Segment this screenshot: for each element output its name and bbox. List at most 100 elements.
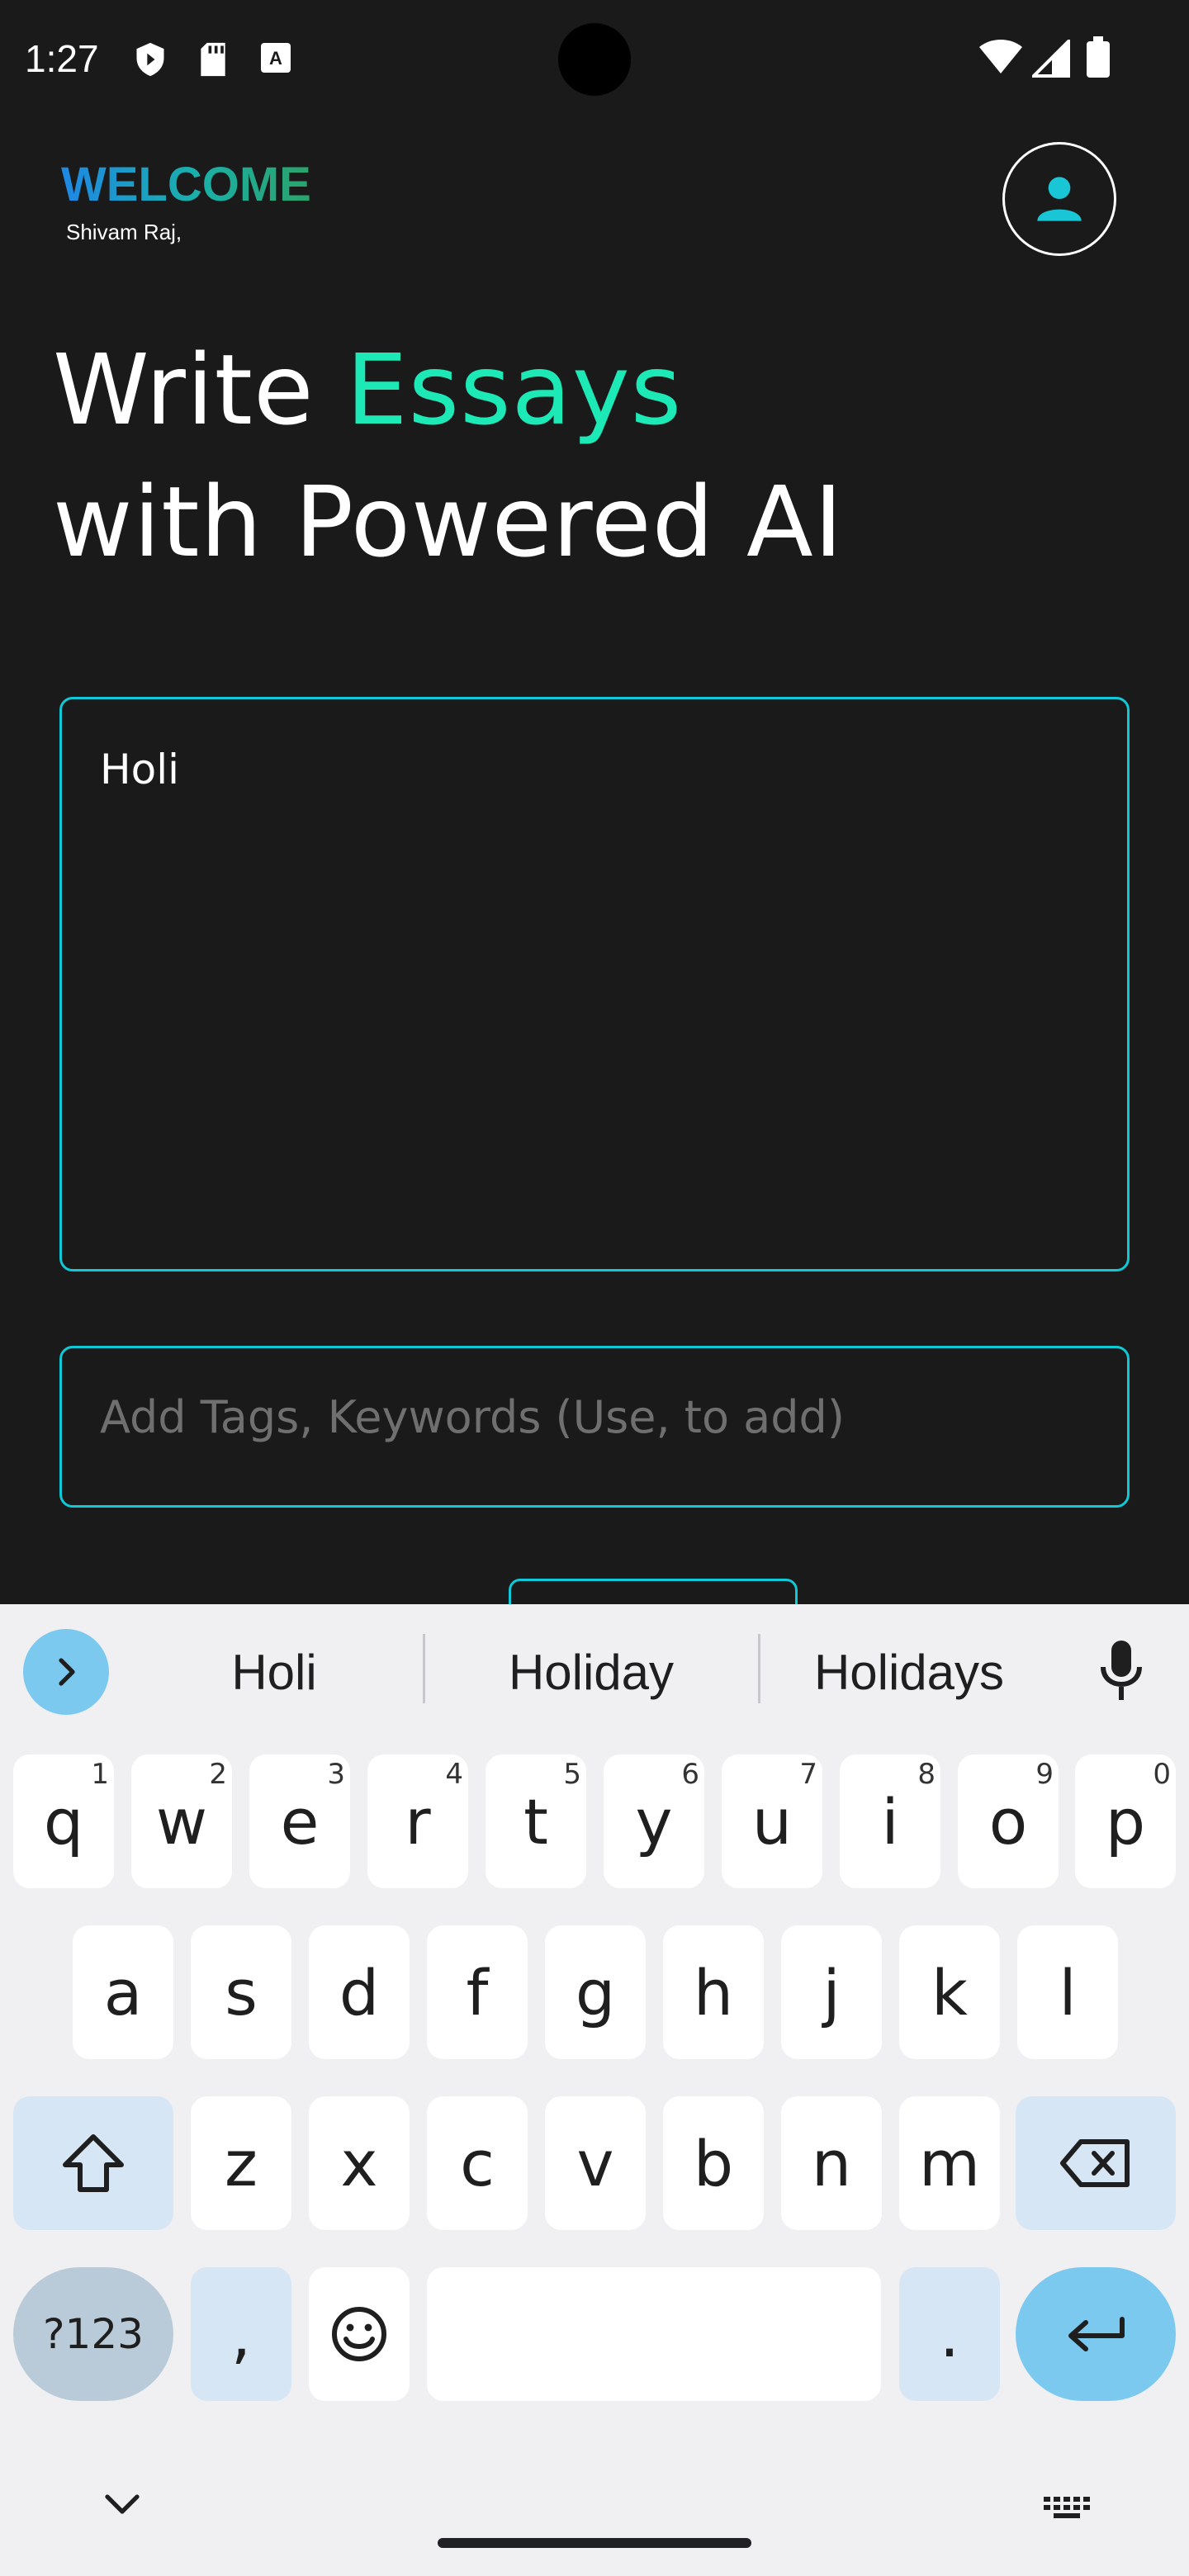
key-s[interactable]: s <box>191 1925 291 2059</box>
microphone-icon[interactable] <box>1098 1637 1144 1703</box>
keyboard-expand-button[interactable] <box>23 1629 109 1715</box>
key-label: b <box>693 2126 734 2200</box>
key-r[interactable]: r4 <box>367 1754 468 1888</box>
symbols-key[interactable]: ?123 <box>13 2267 173 2401</box>
status-time: 1:27 <box>25 37 99 80</box>
key-label: m <box>918 2126 981 2200</box>
key-label: j <box>822 1955 841 2029</box>
key-t[interactable]: t5 <box>486 1754 586 1888</box>
key-q[interactable]: q1 <box>13 1754 114 1888</box>
key-w[interactable]: w2 <box>131 1754 232 1888</box>
key-d[interactable]: d <box>309 1925 410 2059</box>
key-m[interactable]: m <box>899 2096 1000 2230</box>
key-y[interactable]: y6 <box>604 1754 704 1888</box>
key-label: n <box>811 2126 852 2200</box>
key-g[interactable]: g <box>545 1925 646 2059</box>
battery-icon <box>1087 36 1110 78</box>
key-j[interactable]: j <box>781 1925 882 2059</box>
key-label: g <box>575 1955 616 2029</box>
key-label: , <box>230 2297 252 2371</box>
tags-field[interactable] <box>59 1346 1130 1508</box>
enter-key[interactable] <box>1016 2267 1176 2401</box>
emoji-icon <box>332 2307 386 2361</box>
key-label: a <box>103 1955 143 2029</box>
key-c[interactable]: c <box>427 2096 528 2230</box>
key-e[interactable]: e3 <box>249 1754 350 1888</box>
key-hint: 5 <box>563 1758 581 1791</box>
shift-key[interactable] <box>13 2096 173 2230</box>
key-label: h <box>693 1955 734 2029</box>
key-hint: 1 <box>91 1758 109 1791</box>
home-indicator[interactable] <box>438 2538 751 2548</box>
key-p[interactable]: p0 <box>1075 1754 1176 1888</box>
key-label: s <box>225 1955 258 2029</box>
key-hint: 2 <box>209 1758 227 1791</box>
wifi-icon <box>979 40 1022 73</box>
key-hint: 7 <box>799 1758 817 1791</box>
key-h[interactable]: h <box>663 1925 764 2059</box>
key-b[interactable]: b <box>663 2096 764 2230</box>
emoji-key[interactable] <box>309 2267 410 2401</box>
headline: Write Essays with Powered AI <box>53 324 844 588</box>
tags-input[interactable] <box>100 1391 1074 1443</box>
key-f[interactable]: f <box>427 1925 528 2059</box>
suggestion-3[interactable]: Holidays <box>781 1644 1037 1701</box>
welcome-title: WELCOME <box>61 158 311 211</box>
backspace-key[interactable] <box>1016 2096 1176 2230</box>
key-v[interactable]: v <box>545 2096 646 2230</box>
screen: 1:27 A WELCOME Shivam Raj, Write Essays … <box>0 0 1189 2576</box>
suggestion-1[interactable]: Holi <box>159 1644 390 1701</box>
key-label: t <box>523 1784 548 1859</box>
key-label: e <box>280 1784 320 1859</box>
enter-icon <box>1068 2317 1125 2351</box>
suggestion-divider <box>758 1634 760 1703</box>
key-label: v <box>576 2126 614 2200</box>
key-o[interactable]: o9 <box>958 1754 1059 1888</box>
suggestion-2[interactable]: Holiday <box>459 1644 723 1701</box>
key-l[interactable]: l <box>1017 1925 1118 2059</box>
person-icon <box>1037 177 1082 221</box>
key-label: k <box>931 1955 968 2029</box>
headline-line-1: Write Essays <box>53 324 844 456</box>
key-label: z <box>225 2126 258 2200</box>
key-label: u <box>751 1784 793 1859</box>
key-label: q <box>43 1784 84 1859</box>
keyboard-a-icon: A <box>261 43 291 73</box>
key-k[interactable]: k <box>899 1925 1000 2059</box>
key-label: . <box>939 2297 960 2371</box>
key-label: w <box>155 1784 208 1859</box>
key-label: ?123 <box>43 2310 144 2358</box>
shift-icon <box>63 2134 124 2192</box>
period-key[interactable]: . <box>899 2267 1000 2401</box>
key-i[interactable]: i8 <box>840 1754 940 1888</box>
comma-key[interactable]: , <box>191 2267 291 2401</box>
headline-accent: Essays <box>346 333 683 447</box>
key-label: l <box>1059 1955 1077 2029</box>
svg-text:A: A <box>269 48 282 69</box>
camera-cutout <box>558 23 631 96</box>
key-n[interactable]: n <box>781 2096 882 2230</box>
key-label: o <box>988 1784 1028 1859</box>
key-hint: 4 <box>445 1758 463 1791</box>
key-label: p <box>1105 1784 1146 1859</box>
profile-button[interactable] <box>1002 142 1116 256</box>
space-key[interactable] <box>427 2267 881 2401</box>
essay-topic-input[interactable]: Holi <box>59 697 1130 1271</box>
key-a[interactable]: a <box>73 1925 173 2059</box>
username-label: Shivam Raj, <box>66 220 182 244</box>
key-u[interactable]: u7 <box>722 1754 822 1888</box>
key-label: c <box>460 2126 495 2200</box>
shield-icon <box>136 42 164 77</box>
chevron-right-icon <box>59 1658 75 1686</box>
keyboard: Holi Holiday Holidays q1 w2 e3 r4 t5 y6 … <box>0 1604 1189 2576</box>
backspace-icon <box>1060 2139 1130 2187</box>
key-hint: 3 <box>327 1758 345 1791</box>
headline-prefix: Write <box>53 333 347 447</box>
key-label: d <box>339 1955 380 2029</box>
key-x[interactable]: x <box>309 2096 410 2230</box>
keyboard-switch-icon[interactable] <box>1042 2495 1092 2520</box>
key-z[interactable]: z <box>191 2096 291 2230</box>
suggestion-bar: Holi Holiday Holidays <box>0 1604 1189 1736</box>
keyboard-hide-icon[interactable] <box>102 2492 142 2517</box>
key-label: f <box>466 1955 489 2029</box>
